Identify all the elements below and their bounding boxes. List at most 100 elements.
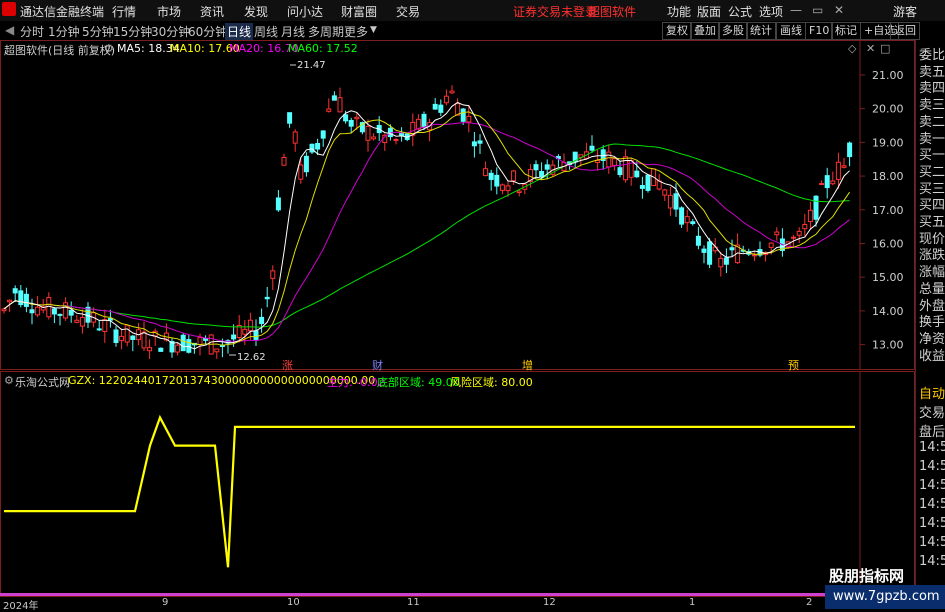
menu-item-faxian[interactable]: 发现 [244,3,268,20]
candle [264,286,270,308]
candle [449,85,455,94]
tab-30min[interactable]: 30分钟 [151,23,190,40]
candle [393,138,399,145]
candle [751,251,757,262]
tab-fenshi[interactable]: 分时 [20,23,44,40]
marker-zeng[interactable]: 增 [522,358,533,372]
candle [488,169,494,191]
candle [130,335,136,352]
biaoji-button[interactable]: 标记 [831,22,861,40]
candle [158,347,164,352]
chevron-down-icon[interactable]: ▼ [370,25,377,35]
menu-item-shichang[interactable]: 市场 [157,3,181,20]
candle [326,98,332,113]
marker-zhang[interactable]: 涨 [282,359,293,372]
f10-button[interactable]: F10 [805,22,834,40]
candle [617,161,623,178]
candle [438,99,444,116]
marker-yu[interactable]: 预 [788,359,799,372]
candle [432,98,438,110]
menu-item-banmian[interactable]: 版面 [697,3,721,20]
duogu-button[interactable]: 多股 [718,22,748,40]
stock-label: 超图软件(日线 前复权) [4,44,116,57]
candle [57,313,63,326]
minimize-icon[interactable]: — [790,3,802,17]
candle [583,142,589,160]
candle [68,301,74,323]
tongji-button[interactable]: 统计 [746,22,776,40]
menu-item-zixun[interactable]: 资讯 [200,3,224,20]
price-tick-label: 15.00 [872,271,904,284]
close-icon[interactable]: ✕ [834,3,844,17]
expand-icon[interactable]: □ [880,42,890,55]
diejia-button[interactable]: 叠加 [690,22,720,40]
candle [729,239,735,257]
menu-item-jiaoyi[interactable]: 交易 [396,3,420,20]
price-tick-label: 16.00 [872,238,904,251]
date-label: 1 [689,597,696,608]
trade-time-label: 14:5 [919,440,945,455]
settings-gear-icon[interactable]: ⚙ [104,42,114,55]
menu-item-wenxiaoda[interactable]: 问小达 [287,3,323,20]
close-chart-icon[interactable]: ✕ [866,42,875,55]
login-status[interactable]: 证券交易未登录 [513,3,597,20]
candle [471,131,477,158]
candle [701,245,707,264]
menu-item-xuanxiang[interactable]: 选项 [759,3,783,20]
tab-rixian[interactable]: 日线 [225,23,254,40]
marker-cai[interactable]: 财 [372,358,383,372]
status-app-name: 超图软件 [588,5,637,19]
back-button[interactable]: 返回 [890,22,920,40]
candle [320,130,326,147]
user-name[interactable]: 游客 [893,3,917,20]
candle [371,133,377,141]
trade-time-label: 14:5 [919,497,945,512]
high-label: 21.47 [297,60,326,71]
candle [96,320,102,332]
trade-time-label: 交易 [919,406,945,421]
candle [662,188,668,201]
tab-5min[interactable]: 5分钟 [82,23,114,40]
candle [847,141,853,167]
tab-gengduo[interactable]: 更多 [344,23,368,40]
candle [23,287,29,313]
ma10-line [3,111,851,346]
candle [718,251,724,277]
trade-time-label: 14:5 [919,554,945,569]
candle [779,228,785,257]
chart-area[interactable]: 21.00 20.00 19.00 18.00 17.00 16.00 15.00 14.00… [0,40,915,600]
menu-item-caifuquan[interactable]: 财富圈 [341,3,377,20]
diamond-icon[interactable]: ◇ [848,42,856,55]
menu-item-gongneng[interactable]: 功能 [667,3,691,20]
candle [684,209,690,232]
huaxian-button[interactable]: 画线 [776,22,806,40]
trade-time-label: 14:5 [919,516,945,531]
trade-time-label: 14:5 [919,459,945,474]
menu-item-gongshi[interactable]: 公式 [728,3,752,20]
tab-duozhouqi[interactable]: 多周期 [308,23,344,40]
candle [679,206,685,228]
right-quote-panel[interactable]: 委比 卖五 卖四 卖三 卖二 卖一 买一 买二 买三 买四 买五 现价 涨跌 涨幅 总量 外盘 换手 净资 收益 自动… [915,40,945,600]
watermark-url: www.7gpzb.com [833,589,940,604]
price-ticks: 21.00 20.00 19.00 18.00 17.00 16.00 15.00 14.00… [860,69,904,352]
fuquan-button[interactable]: 复权 [662,22,692,40]
trade-time-label: 盘后 [919,425,945,440]
tab-60min[interactable]: 60分钟 [188,23,227,40]
candle [337,87,343,113]
tab-zhouxian[interactable]: 周线 [254,23,278,40]
candle [796,227,802,243]
restore-icon[interactable]: ▭ [812,3,823,17]
tab-1min[interactable]: 1分钟 [48,23,80,40]
indicator-gear-icon[interactable]: ⚙ [4,374,14,387]
low-label: 12.62 [237,352,266,363]
candle [186,334,192,354]
candle [35,295,41,318]
price-tick-label: 13.00 [872,339,904,352]
scrollbar-track[interactable] [0,593,830,596]
candle [695,226,701,250]
tab-yuexian[interactable]: 月线 [281,23,305,40]
indicator-name[interactable]: 乐淘公式网 [15,374,70,390]
tab-nav-icon[interactable]: ◀ [5,23,14,37]
menu-item-hangqing[interactable]: 行情 [112,3,136,20]
tab-15min[interactable]: 15分钟 [113,23,152,40]
